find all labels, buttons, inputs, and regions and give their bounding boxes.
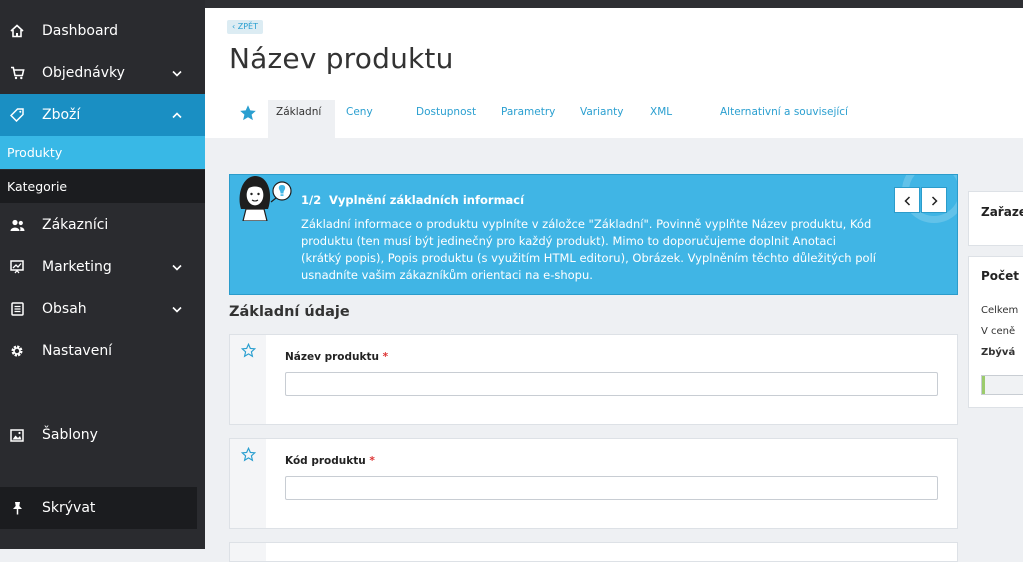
chevron-left-icon bbox=[903, 191, 911, 210]
onboarding-banner: 1/2 Vyplnění základních informací Základ… bbox=[229, 174, 958, 295]
cart-icon bbox=[9, 65, 25, 81]
sidebar-item-orders[interactable]: Objednávky bbox=[0, 53, 205, 93]
users-icon bbox=[9, 217, 25, 233]
banner-prev-button[interactable] bbox=[894, 187, 920, 213]
required-mark: * bbox=[369, 455, 375, 467]
card-gutter bbox=[230, 439, 266, 528]
sidebar-item-goods[interactable]: Zboží bbox=[0, 94, 205, 136]
sidebar-subitem-products[interactable]: Produkty bbox=[0, 136, 205, 169]
tab-prices[interactable]: Ceny bbox=[346, 100, 373, 138]
sidebar-subitem-label: Kategorie bbox=[7, 179, 68, 194]
sidebar-item-templates[interactable]: Šablony bbox=[0, 415, 205, 455]
tab-label: Ceny bbox=[346, 106, 373, 118]
star-icon[interactable] bbox=[239, 104, 257, 122]
sidebar-item-content[interactable]: Obsah bbox=[0, 289, 205, 329]
sidebar-item-label: Dashboard bbox=[42, 23, 118, 39]
count-progress-fill bbox=[982, 376, 985, 394]
field-label-text: Kód produktu bbox=[285, 455, 366, 467]
sidebar-item-label: Marketing bbox=[42, 259, 112, 275]
home-icon bbox=[9, 23, 25, 39]
sidebar-subitem-label: Produkty bbox=[7, 145, 63, 160]
count-panel-title: Počet p bbox=[981, 269, 1023, 283]
sidebar-item-label: Objednávky bbox=[42, 65, 125, 81]
field-card-product-code: Kód produktu * bbox=[229, 438, 958, 529]
field-label: Kód produktu * bbox=[285, 455, 375, 467]
product-code-input[interactable] bbox=[285, 476, 938, 500]
tab-basic[interactable]: Základní bbox=[268, 100, 335, 138]
banner-step: 1/2 bbox=[301, 193, 322, 207]
pin-icon bbox=[9, 500, 25, 516]
tab-xml[interactable]: XML bbox=[650, 100, 672, 138]
sidebar-item-customers[interactable]: Zákazníci bbox=[0, 205, 205, 245]
tab-alternative-related[interactable]: Alternativní a související bbox=[720, 100, 848, 138]
assistant-avatar bbox=[239, 176, 292, 221]
back-button[interactable]: ‹ ZPĚT bbox=[227, 20, 263, 34]
category-panel-title: Zařazen bbox=[981, 205, 1023, 219]
chevron-up-icon bbox=[169, 107, 185, 123]
product-name-input[interactable] bbox=[285, 372, 938, 396]
field-card-product-name: Název produktu * bbox=[229, 334, 958, 425]
tab-label: Základní bbox=[276, 106, 322, 118]
field-label-text: Název produktu bbox=[285, 351, 379, 363]
sidebar-item-label: Šablony bbox=[42, 427, 98, 443]
sidebar-hide-toggle[interactable]: Skrývat bbox=[0, 487, 197, 529]
card-gutter bbox=[230, 335, 266, 424]
star-outline-icon[interactable] bbox=[240, 446, 256, 528]
section-title: Základní údaje bbox=[229, 304, 350, 320]
count-panel: Počet p Celkem V ceně Zbývá bbox=[968, 256, 1023, 408]
count-progress-bar bbox=[981, 375, 1023, 395]
tab-label: XML bbox=[650, 106, 673, 118]
sidebar-item-settings[interactable]: Nastavení bbox=[0, 331, 205, 371]
chevron-down-icon bbox=[169, 65, 185, 81]
top-bar bbox=[205, 0, 1023, 8]
chevron-right-icon bbox=[931, 191, 938, 210]
tab-variants[interactable]: Varianty bbox=[580, 100, 623, 138]
sidebar-item-label: Nastavení bbox=[42, 343, 113, 359]
sidebar-hide-label: Skrývat bbox=[42, 500, 96, 516]
field-label: Název produktu * bbox=[285, 351, 388, 363]
banner-title: Vyplnění základních informací bbox=[329, 193, 525, 207]
chart-icon bbox=[9, 259, 25, 275]
chevron-down-icon bbox=[169, 259, 185, 275]
tab-label: Varianty bbox=[580, 106, 624, 118]
required-mark: * bbox=[382, 351, 389, 363]
image-icon bbox=[9, 427, 25, 443]
sidebar-item-label: Zboží bbox=[42, 107, 81, 123]
count-row-in-price: V ceně bbox=[981, 326, 1016, 337]
category-panel: Zařazen bbox=[968, 191, 1023, 246]
sidebar-item-label: Obsah bbox=[42, 301, 87, 317]
sidebar-item-dashboard[interactable]: Dashboard bbox=[0, 11, 205, 51]
sidebar-subitem-categories[interactable]: Kategorie bbox=[0, 170, 205, 203]
tab-label: Parametry bbox=[501, 106, 556, 118]
tab-availability[interactable]: Dostupnost bbox=[416, 100, 476, 138]
sidebar-item-label: Zákazníci bbox=[42, 217, 109, 233]
gear-icon bbox=[9, 343, 25, 359]
sidebar-item-marketing[interactable]: Marketing bbox=[0, 247, 205, 287]
tab-label: Dostupnost bbox=[416, 106, 477, 118]
card-gutter bbox=[230, 543, 266, 561]
count-row-total: Celkem bbox=[981, 305, 1019, 316]
field-card-next bbox=[229, 542, 958, 562]
document-icon bbox=[9, 301, 25, 317]
page-title: Název produktu bbox=[229, 42, 454, 75]
count-row-remaining: Zbývá bbox=[981, 347, 1016, 358]
tag-icon bbox=[9, 107, 25, 123]
sidebar: Dashboard Objednávky Zboží Produkty Kate… bbox=[0, 0, 205, 549]
tab-parameters[interactable]: Parametry bbox=[501, 100, 555, 138]
star-outline-icon[interactable] bbox=[240, 342, 256, 424]
chevron-down-icon bbox=[169, 301, 185, 317]
banner-next-button[interactable] bbox=[921, 187, 947, 213]
tab-label: Alternativní a související bbox=[720, 106, 848, 118]
banner-text: Základní informace o produktu vyplníte v… bbox=[301, 217, 876, 282]
